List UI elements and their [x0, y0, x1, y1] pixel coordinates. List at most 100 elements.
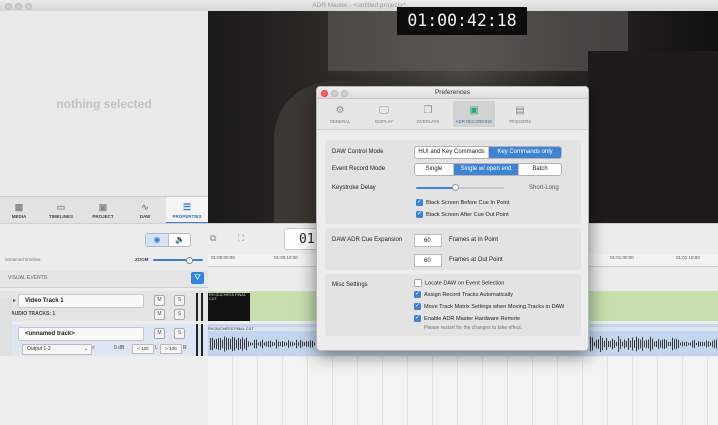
checkbox-label: Black Screen After Cue Out Point	[426, 212, 509, 218]
pan-left-field[interactable]: < 100	[132, 344, 154, 354]
solo-button[interactable]: S	[174, 328, 185, 339]
track-header-empty	[0, 357, 208, 425]
fullscreen-icon[interactable]: ⛶	[238, 233, 252, 245]
filter-icon[interactable]: ⛛	[191, 272, 204, 284]
video-frame-figure-right	[588, 51, 718, 223]
in-point-frames-field[interactable]: 60	[414, 234, 442, 247]
mute-button[interactable]: M	[154, 295, 165, 306]
ruler-tick: 01:01:10:00	[676, 255, 700, 260]
preferences-titlebar: Preferences	[317, 87, 588, 99]
properties-panel: nothing selected	[0, 11, 208, 196]
visual-events-label: VISUAL EVENTS	[8, 275, 47, 281]
tab-label: PROJECT	[92, 214, 114, 219]
output-select[interactable]: Output 1-2 ⌄	[22, 344, 92, 355]
option-batch[interactable]: Batch	[519, 164, 561, 175]
slider-thumb[interactable]	[452, 184, 460, 191]
option-single[interactable]: Single	[415, 164, 454, 175]
visual-events-header: VISUAL EVENTS ⛛	[0, 270, 208, 288]
keystroke-delay-slider[interactable]	[416, 184, 504, 191]
pan-r-label: R	[183, 345, 187, 351]
checkbox-label: Move Track Matrix Settings when Moving T…	[424, 304, 565, 310]
speaker-icon[interactable]: 🔈	[168, 234, 191, 246]
tab-general[interactable]: ⚙ GENERAL	[321, 101, 359, 127]
audio-group-solo-button[interactable]: S	[174, 309, 185, 320]
tab-label: OVERLAYS	[416, 119, 440, 124]
hardware-remote-checkbox[interactable]: ✓ Enable ADR Master Hardware Remote	[414, 314, 521, 324]
close-dialog-button[interactable]	[321, 90, 328, 97]
tab-properties[interactable]: ☰ PROPERTIES	[166, 197, 208, 224]
option-single-open-end[interactable]: Single w/ open end	[454, 164, 519, 175]
timeline-empty-area[interactable]	[208, 357, 718, 425]
ruler-tick: 01:01:00:00	[610, 255, 634, 260]
tab-project[interactable]: ▣ PROJECT	[84, 197, 122, 224]
audio-tracks-label: AUDIO TRACKS: 1	[11, 311, 56, 317]
window-title: ADR Master - <untitled project>*	[312, 2, 406, 9]
preferences-dialog: Preferences ⚙ GENERAL 🖵 DISPLAY ❐ OVERLAYS …	[316, 86, 589, 351]
video-track-name[interactable]: Video Track 1	[18, 294, 144, 308]
misc-settings-label: Misc Settings	[332, 282, 368, 288]
ruler-tick: 01:00:00:00	[211, 255, 235, 260]
tab-label: DISPLAY	[375, 119, 393, 124]
black-after-checkbox[interactable]: ✓ Black Screen After Cue Out Point	[416, 210, 509, 220]
event-record-mode-label: Event Record Mode	[332, 166, 386, 172]
out-point-frames-field[interactable]: 60	[414, 254, 442, 267]
pan-l-label: L	[155, 345, 158, 351]
zoom-label: ZOOM	[135, 257, 149, 262]
level-meter	[201, 324, 203, 356]
recording-settings-section: DAW Control Mode HUI and Key Commands Key…	[325, 140, 581, 224]
gain-value[interactable]: 0 dB	[114, 345, 124, 351]
preferences-title: Preferences	[434, 89, 471, 96]
project-icon: ▣	[98, 202, 108, 212]
checkbox-label: Locate DAW on Event Selection	[425, 280, 505, 287]
zoom-dialog-button[interactable]	[341, 90, 348, 97]
checkbox-label: Enable ADR Master Hardware Remote	[424, 316, 521, 322]
tab-label: DAW	[139, 214, 151, 219]
daw-control-mode-selector[interactable]: HUI and Key Commands Key Commands only	[414, 146, 562, 159]
locate-daw-checkbox[interactable]: Locate DAW on Event Selection	[414, 278, 505, 288]
tab-adr-recording[interactable]: ▣ ADR RECORDING	[453, 101, 495, 127]
audio-track-name[interactable]: <unnamed track>	[18, 327, 144, 341]
move-track-matrix-checkbox[interactable]: ✓ Move Track Matrix Settings when Moving …	[414, 302, 565, 312]
checkmark-icon: ✓	[414, 290, 421, 298]
tab-triggers[interactable]: ▤ TRIGGERS	[501, 101, 539, 127]
option-key-commands-only[interactable]: Key Commands only	[489, 147, 561, 158]
properties-icon: ☰	[182, 202, 192, 212]
zoom-slider-thumb[interactable]	[186, 257, 193, 264]
timeline-icon: ▭	[56, 202, 66, 212]
triggers-icon: ▤	[515, 105, 525, 116]
display-icon: 🖵	[379, 105, 389, 116]
tab-timelines[interactable]: ▭ TIMELINES	[42, 197, 80, 224]
headphones-icon[interactable]: ◉	[146, 234, 168, 246]
expand-track-icon[interactable]: ▸	[13, 297, 16, 304]
tab-overlays[interactable]: ❐ OVERLAYS	[409, 101, 447, 127]
tab-media[interactable]: ▦ MEDIA	[0, 197, 38, 224]
audio-group-mute-button[interactable]: M	[154, 309, 165, 320]
picture-in-picture-icon[interactable]: ⧉	[210, 233, 224, 245]
video-clip[interactable]: RH DUCHESS FINAL CUT	[208, 293, 250, 321]
audio-track-header: <unnamed track> M S Output 1-2 ⌄ ≡ 0 dB <…	[0, 324, 208, 356]
tab-daw[interactable]: ∿ DAW	[126, 197, 164, 224]
checkbox-empty-icon	[414, 278, 422, 287]
zoom-slider[interactable]	[153, 257, 203, 264]
minimize-dialog-button[interactable]	[331, 90, 338, 97]
out-point-frames-label: Frames at Out Point	[449, 257, 503, 263]
gear-icon: ⚙	[335, 105, 345, 116]
left-tab-bar: ▦ MEDIA ▭ TIMELINES ▣ PROJECT ∿ DAW ☰ PROPERT…	[0, 196, 208, 224]
pan-right-field[interactable]: > 100	[160, 344, 182, 354]
gain-icon: ≡	[92, 345, 95, 351]
tab-label: ADR RECORDING	[455, 119, 493, 124]
black-before-checkbox[interactable]: ✓ Black Screen Before Cue In Point	[416, 198, 509, 208]
checkmark-icon: ✓	[414, 302, 421, 310]
option-hui-key-commands[interactable]: HUI and Key Commands	[415, 147, 489, 158]
level-meter	[196, 324, 198, 356]
assign-record-tracks-checkbox[interactable]: ✓ Assign Record Tracks Automatically	[414, 290, 513, 300]
mute-button[interactable]: M	[154, 328, 165, 339]
timeline-name: unnamed timeline	[5, 257, 41, 262]
tab-display[interactable]: 🖵 DISPLAY	[365, 101, 403, 127]
cue-expansion-section: DAW ADR Cue Expansion 60 Frames at In Po…	[325, 228, 581, 270]
event-record-mode-selector[interactable]: Single Single w/ open end Batch	[414, 163, 562, 176]
view-mode-toggle[interactable]: ◉ 🔈	[145, 233, 191, 247]
solo-button[interactable]: S	[174, 295, 185, 306]
film-icon: ▦	[14, 202, 24, 212]
timecode-display: 01:00:42:18	[397, 7, 527, 35]
